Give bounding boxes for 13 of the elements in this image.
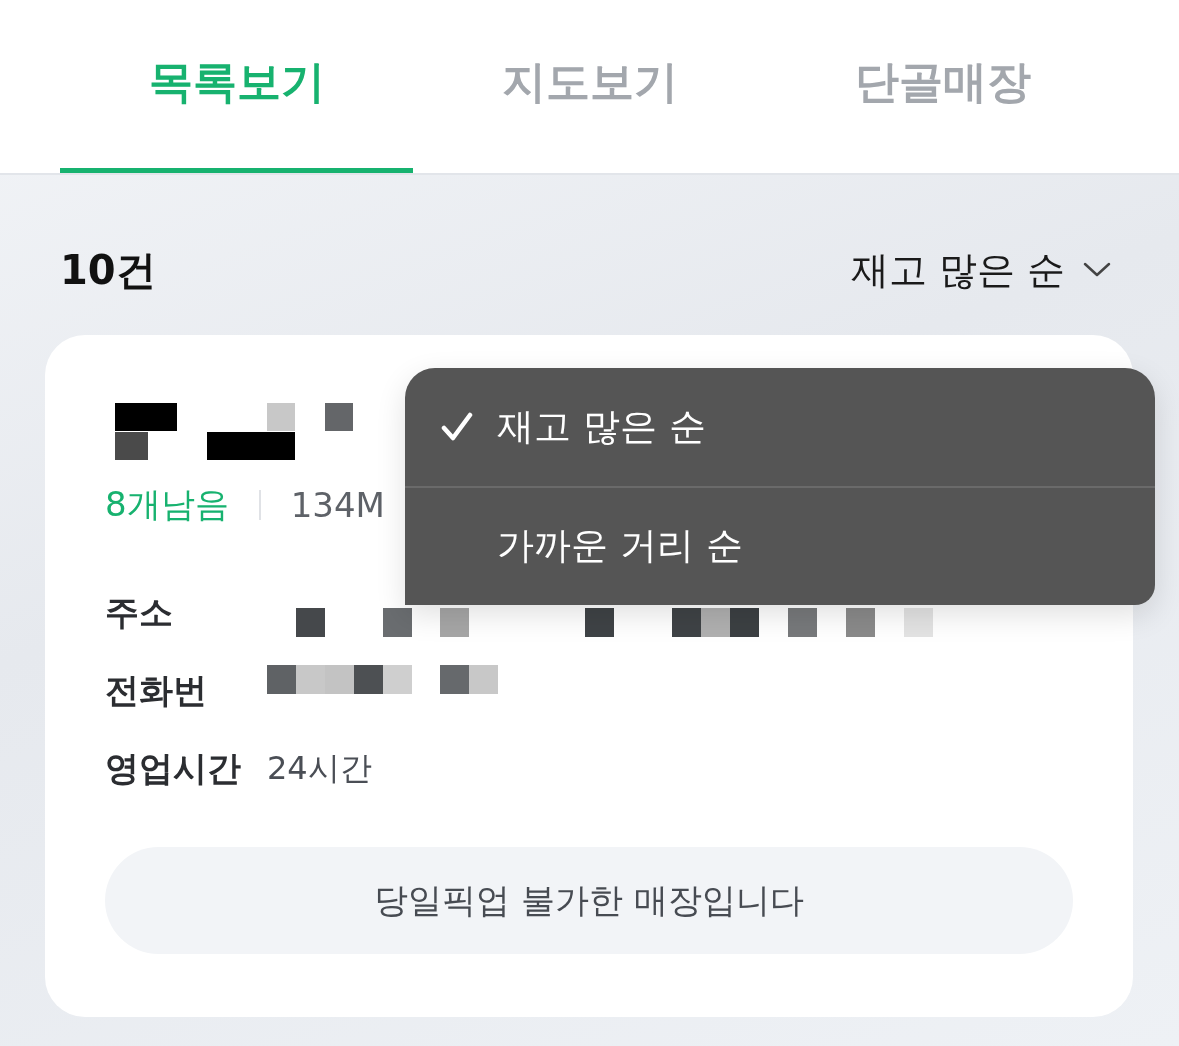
sort-option[interactable]: 가까운 거리 순 [405, 485, 1155, 605]
check-icon [441, 411, 473, 442]
chevron-down-icon [1083, 262, 1111, 278]
sort-dropdown[interactable]: 재고 많은 순 [850, 244, 1111, 296]
detail-label: 영업시간 [105, 747, 242, 790]
sort-option[interactable]: 재고 많은 순 [405, 368, 1155, 486]
distance-text: 134M [290, 485, 385, 525]
result-count: 10건 [60, 245, 156, 295]
detail-label: 전화번 [105, 669, 208, 712]
pickup-notice-button[interactable]: 당일픽업 불가한 매장입니다 [105, 847, 1073, 954]
stock-remaining: 8개남음 [105, 483, 229, 526]
detail-label: 주소 [105, 591, 174, 634]
detail-value: 24시간 [267, 748, 372, 789]
